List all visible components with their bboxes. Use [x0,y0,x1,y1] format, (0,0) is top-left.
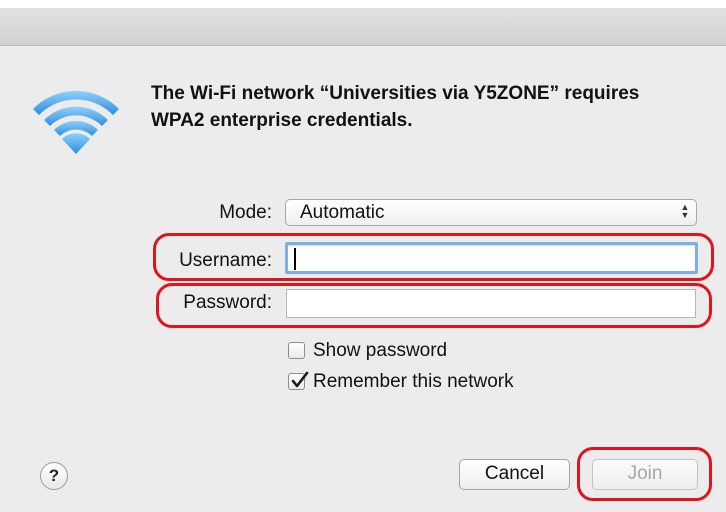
text-caret [294,248,296,270]
remember-network-label[interactable]: Remember this network [313,371,514,393]
remember-network-checkbox[interactable] [288,371,309,390]
titlebar-top-edge [0,0,726,8]
mode-select[interactable]: Automatic ▲ ▼ [285,199,697,226]
cancel-button[interactable]: Cancel [459,459,570,490]
help-button[interactable]: ? [40,462,68,490]
username-input[interactable] [285,242,698,274]
show-password-label[interactable]: Show password [313,340,447,362]
dialog-message: The Wi-Fi network “Universities via Y5ZO… [151,83,640,131]
wifi-credentials-dialog: The Wi-Fi network “Universities via Y5ZO… [0,0,726,512]
join-button[interactable]: Join [592,459,698,490]
password-label: Password: [183,292,272,313]
checkmark-icon [291,371,309,388]
mode-label: Mode: [219,202,272,223]
username-label: Username: [179,250,272,271]
title-bar[interactable] [0,0,726,46]
password-input[interactable] [286,289,696,318]
mode-select-value: Automatic [300,202,385,223]
show-password-checkbox[interactable] [288,342,305,359]
wifi-icon [33,90,119,154]
up-down-arrows-icon: ▲ ▼ [680,202,690,220]
